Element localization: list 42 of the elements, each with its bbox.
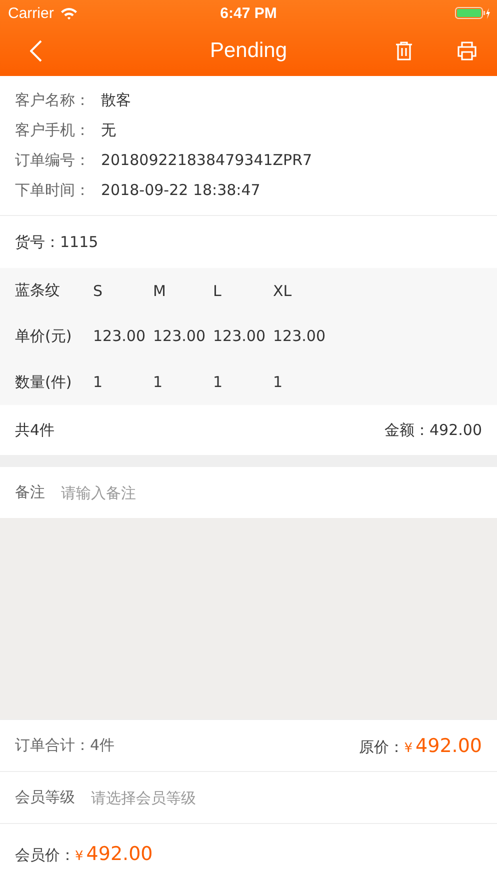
remark-field[interactable]: 请输入备注	[61, 484, 482, 502]
table-cell-text: 123.00	[93, 327, 146, 346]
table-cell-text: S	[93, 282, 104, 300]
table-cell-text: 1	[213, 373, 224, 392]
table-cell-text: M	[153, 282, 167, 300]
row-label: 蓝条纹	[15, 281, 61, 300]
field-label: 客户名称：	[15, 90, 91, 110]
member-price: 492.00	[86, 842, 153, 864]
field-value: 2018-09-22 18:38:47	[101, 181, 260, 199]
amount-text: 金额：492.00	[384, 420, 482, 440]
table-cell-text: XL	[273, 282, 293, 300]
wifi-icon	[60, 6, 78, 20]
status-time: 6:47 PM	[220, 4, 277, 22]
order-total: 订单合计：4件	[15, 736, 115, 755]
page-title: Pending	[210, 39, 288, 63]
field-value: 散客	[101, 90, 131, 110]
table-cell-text: 123.00	[273, 327, 326, 346]
table-cell-text: 1	[93, 373, 104, 392]
row-label: 数量(件)	[15, 372, 73, 392]
battery-icon	[455, 6, 491, 20]
item-number: 货号：1115	[15, 232, 98, 252]
price-label: 会员价：	[15, 846, 75, 864]
table-cell-text: 123.00	[153, 327, 206, 346]
table-cell-text: 123.00	[213, 327, 266, 346]
currency-sign: ¥	[75, 848, 84, 864]
member-level-field[interactable]: 请选择会员等级	[91, 788, 482, 806]
table-cell-text: 1	[273, 373, 284, 392]
carrier-name: Carrier	[8, 4, 54, 22]
field-value: 无	[101, 120, 116, 140]
original-price: 492.00	[416, 734, 482, 756]
remark-label: 备注	[15, 483, 45, 502]
table-cell-text: L	[213, 282, 222, 300]
price-label: 原价：	[359, 738, 404, 756]
field-label: 下单时间：	[15, 180, 91, 200]
item-count: 共4件	[15, 420, 55, 440]
row-label: 单价(元)	[15, 326, 73, 346]
member-level-label: 会员等级	[15, 788, 75, 807]
field-label: 客户手机：	[15, 120, 91, 140]
field-value: 201809221838479341ZPR7	[101, 151, 312, 169]
field-label: 订单编号：	[15, 150, 91, 170]
currency-sign: ¥	[404, 740, 413, 756]
table-cell-text: 1	[153, 373, 164, 392]
